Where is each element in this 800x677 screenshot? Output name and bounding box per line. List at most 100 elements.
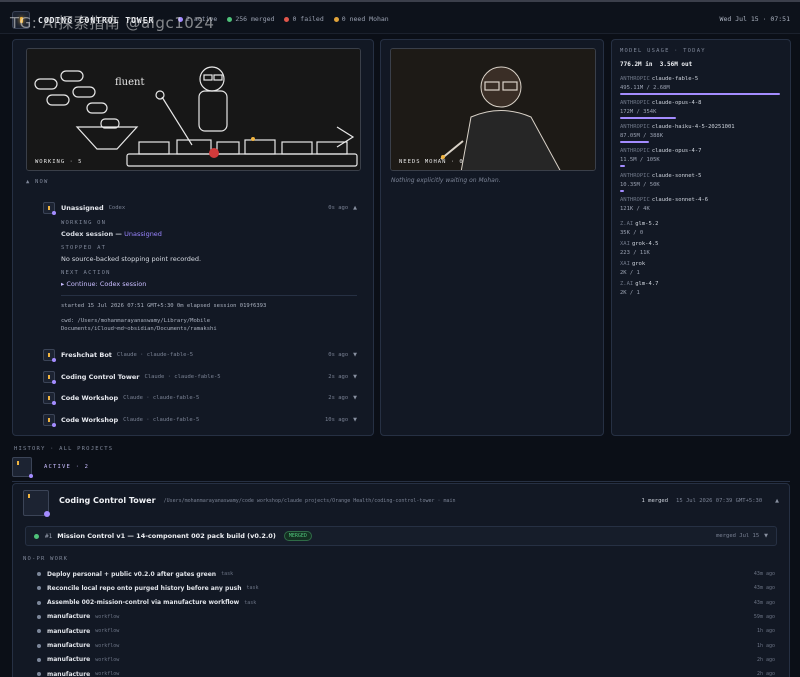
working-panel: fluent WORKING · 5 ▲ NOW Unassigned Code… (12, 39, 374, 436)
session-row[interactable]: Coding Control Tower Claude · claude-fab… (43, 370, 357, 384)
bullet-icon (37, 657, 41, 662)
usage-bar (620, 117, 676, 119)
active-pip-icon (44, 511, 50, 517)
chevron-up-icon[interactable]: ▲ (775, 498, 779, 504)
status-dot-icon (284, 16, 290, 22)
project-merged: 1 merged (641, 497, 669, 504)
bullet-icon (37, 586, 41, 591)
model-usage-item: ANTHROPIC claude-sonnet-5 10.35M / 50K (620, 173, 780, 192)
pr-title: Mission Control v1 — 14-component 002 pa… (57, 532, 276, 540)
merged-badge: MERGED (283, 531, 312, 541)
session-meta: started 15 Jul 2026 07:51 GMT+5:30 0m el… (61, 295, 357, 332)
working-on-value: Codex session — Unassigned (61, 230, 162, 238)
agent-avatar (43, 371, 56, 384)
usage-totals: 776.2M in 3.56M out (620, 61, 693, 68)
model-usage-item: ANTHROPIC claude-fable-5 495.11M / 2.68M (620, 76, 780, 95)
svg-text:fluent: fluent (115, 77, 145, 88)
pr-row[interactable]: #1 Mission Control v1 — 14-component 002… (25, 526, 777, 546)
stopped-at-value: No source-backed stopping point recorded… (61, 255, 202, 263)
model-usage-item: XAI grok-4.5 223 / 11K (620, 241, 659, 256)
assembly-line-illustration-icon: fluent (27, 49, 360, 170)
needs-mohan-empty: Nothing explicitly waiting on Mohan. (391, 177, 501, 184)
needs-mohan-illustration: NEEDS MOHAN · 0 (390, 48, 596, 171)
agent-avatar (43, 392, 56, 405)
usage-bar (620, 141, 649, 143)
next-action-label: NEXT ACTION (61, 270, 111, 276)
session-ago: 0s ago (328, 205, 349, 211)
task-row[interactable]: Reconcile local repo onto purged history… (37, 583, 775, 593)
merged-dot-icon (34, 533, 39, 539)
model-usage-panel: MODEL USAGE · TODAY 776.2M in 3.56M out … (611, 39, 791, 436)
project-avatar (23, 490, 50, 517)
task-row[interactable]: manufacture workflow 2h ago (37, 655, 775, 665)
history-label: HISTORY · ALL PROJECTS (14, 446, 114, 452)
agent-avatar (43, 202, 56, 215)
chevron-down-icon[interactable]: ▼ (353, 395, 357, 401)
status-dot-icon (333, 16, 339, 22)
stat-need-mohan[interactable]: 0 need Mohan (333, 15, 389, 23)
working-illustration: fluent WORKING · 5 (26, 48, 361, 171)
model-usage-title: MODEL USAGE · TODAY (620, 48, 706, 54)
model-usage-item: XAI grok 2K / 1 (620, 261, 646, 276)
agent-avatar (43, 349, 56, 362)
session-row[interactable]: Freshchat Bot Claude · claude-fable-5 0s… (43, 348, 357, 362)
usage-bar (620, 165, 625, 167)
bullet-icon (37, 643, 41, 648)
session-agent: Codex (108, 205, 126, 211)
bullet-icon (37, 614, 41, 619)
session-row[interactable]: Code Workshop Claude · claude-fable-5 10… (43, 413, 357, 427)
group-avatar (12, 457, 33, 478)
active-pip-icon (52, 423, 56, 427)
task-row[interactable]: Deploy personal + public v0.2.0 after ga… (37, 569, 775, 579)
person-writing-illustration-icon (391, 49, 595, 170)
no-pr-label: NO-PR WORK (23, 556, 69, 562)
chevron-down-icon[interactable]: ▼ (353, 352, 357, 358)
project-name: Coding Control Tower (59, 496, 156, 505)
session-name: Unassigned (61, 204, 104, 212)
stat-failed[interactable]: 0 failed (284, 15, 324, 23)
project-date: 15 Jul 2026 07:39 GMT+5:30 (676, 497, 763, 504)
bullet-icon (37, 572, 41, 576)
stat-merged[interactable]: 256 merged (227, 15, 274, 23)
task-row[interactable]: Assemble 002-mission-control via manufac… (37, 598, 775, 608)
usage-bar (620, 190, 624, 192)
needs-mohan-panel: NEEDS MOHAN · 0 Nothing explicitly waiti… (380, 39, 604, 436)
bullet-icon (37, 629, 41, 634)
chevron-down-icon[interactable]: ▼ (353, 417, 357, 423)
clock: Wed Jul 15 · 07:51 (719, 15, 790, 23)
bullet-icon (37, 672, 41, 677)
task-row[interactable]: manufacture workflow 2h ago (37, 669, 775, 677)
pr-date: merged Jul 15 (716, 533, 760, 539)
active-group-header[interactable]: ACTIVE · 2 (12, 457, 89, 478)
session-details: WORKING ON Codex session — Unassigned ST… (61, 220, 357, 332)
task-row[interactable]: manufacture workflow 1h ago (37, 626, 775, 636)
chevron-down-icon[interactable]: ▼ (353, 374, 357, 380)
model-usage-item: Z.AI glm-4.7 2K / 1 (620, 281, 659, 296)
active-pip-icon (52, 211, 56, 215)
needs-mohan-count-label: NEEDS MOHAN · 0 (399, 159, 464, 165)
chevron-down-icon[interactable]: ▼ (764, 533, 768, 539)
chevron-up-icon[interactable]: ▲ (353, 205, 357, 211)
session-row[interactable]: Code Workshop Claude · claude-fable-5 2s… (43, 391, 357, 405)
bullet-icon (37, 600, 41, 605)
usage-bar (620, 93, 780, 95)
task-row[interactable]: manufacture workflow 1h ago (37, 641, 775, 651)
model-usage-item: ANTHROPIC claude-opus-4-7 11.5M / 105K (620, 148, 780, 167)
pr-number: #1 (45, 532, 53, 540)
task-row[interactable]: manufacture workflow 59m ago (37, 612, 775, 622)
working-count-label: WORKING · 5 (35, 159, 83, 165)
active-pip-icon (52, 380, 56, 384)
model-usage-item: ANTHROPIC claude-opus-4-8 172M / 354K (620, 100, 780, 119)
session-row-expanded[interactable]: Unassigned Codex 0s ago ▲ (43, 201, 357, 215)
agent-avatar (43, 414, 56, 427)
model-usage-item: Z.AI glm-5.2 35K / 0 (620, 221, 659, 236)
status-dot-icon (227, 16, 233, 22)
working-on-label: WORKING ON (61, 220, 107, 226)
project-path: /Users/mohanmarayanaswamy/code workshop/… (163, 497, 456, 504)
project-header[interactable]: Coding Control Tower /Users/mohanmarayan… (59, 496, 779, 505)
active-pip-icon (52, 358, 56, 362)
next-action-link[interactable]: ▸ Continue: Codex session (61, 280, 357, 288)
active-pip-icon (52, 401, 56, 405)
project-card: Coding Control Tower /Users/mohanmarayan… (12, 483, 790, 677)
now-section-label: ▲ NOW (26, 179, 49, 185)
